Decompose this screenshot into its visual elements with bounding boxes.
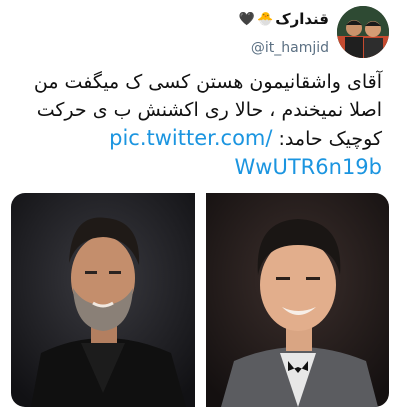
tweet-line-2: اصلا نمیخندم ، حالا ری اکشنش ب ی حرکت <box>36 99 382 121</box>
tweet-line-1: آقای واشقانیمون هستن کسی ک میگفت من <box>33 71 382 93</box>
tweet-text: آقای واشقانیمون هستن کسی ک میگفت من اصلا… <box>12 68 382 181</box>
tweet-link-part-2[interactable]: WwUTR6n19b <box>12 153 382 181</box>
bearded-man-photo[interactable] <box>11 193 195 407</box>
black-heart-emoji-icon: 🖤 <box>238 11 256 27</box>
tweet-media <box>11 193 389 407</box>
author-avatar[interactable] <box>337 6 389 58</box>
smiling-man-image <box>205 193 389 407</box>
author-handle[interactable]: @it_hamjid <box>251 40 329 56</box>
author-name-row[interactable]: قندارک 🐣 🖤 <box>239 10 329 28</box>
avatar-image <box>337 6 389 58</box>
tweet-link-part-1[interactable]: pic.twitter.com/ <box>109 126 272 150</box>
tweet-line-3: کوچیک حامد: pic.twitter.com/ <box>12 124 382 153</box>
author-display-name[interactable]: قندارک <box>275 10 329 28</box>
bearded-man-image <box>11 193 195 407</box>
smiling-man-photo[interactable] <box>205 193 389 407</box>
tweet-line-3-text: کوچیک حامد: <box>278 128 382 150</box>
chick-emoji-icon: 🐣 <box>257 11 274 27</box>
